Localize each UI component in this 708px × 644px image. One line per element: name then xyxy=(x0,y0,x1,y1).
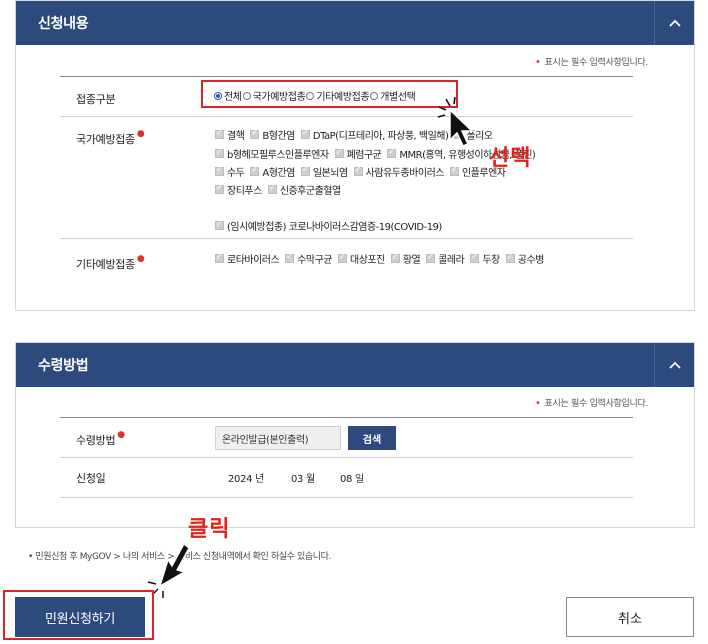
receive-panel-title: 수령방법 xyxy=(38,358,89,374)
highlight-box-radios xyxy=(201,80,458,108)
select-annotation: 선택 xyxy=(489,146,532,171)
collapse-button[interactable] xyxy=(654,1,694,45)
checkbox-icon xyxy=(215,165,224,176)
checkbox-icon xyxy=(387,147,397,158)
checkbox-pneumococcal[interactable]: 폐렴구균 xyxy=(334,146,382,161)
checkbox-hfrs[interactable]: 신증후군출혈열 xyxy=(267,182,341,197)
divider xyxy=(60,457,633,458)
checkbox-icon xyxy=(300,128,310,139)
checkbox-icon xyxy=(215,252,224,263)
checkbox-icon xyxy=(338,252,348,263)
checkbox-cholera[interactable]: 콜레라 xyxy=(426,251,465,266)
receive-method-field[interactable]: 온라인발급(본인출력) xyxy=(215,426,341,450)
checkbox-icon xyxy=(300,165,310,176)
divider xyxy=(60,417,633,418)
checkbox-smallpox[interactable]: 두창 xyxy=(470,251,500,266)
chevron-up-icon xyxy=(668,361,681,369)
checkbox-icon xyxy=(505,252,515,263)
pointer-cursor-icon xyxy=(437,96,474,147)
checkbox-typhoid[interactable]: 장티푸스 xyxy=(215,182,262,197)
required-dot-icon: • xyxy=(534,398,541,409)
chevron-up-icon xyxy=(668,19,681,27)
divider xyxy=(60,76,633,77)
other-row: 로타바이러스 수막구균 대상포진 황열 콜레라 두창 공수병 xyxy=(215,251,550,266)
divider xyxy=(60,238,633,239)
checkbox-hepa[interactable]: A형간염 xyxy=(250,164,295,179)
checkbox-hepb[interactable]: B형간염 xyxy=(250,127,295,142)
required-dot-icon: ● xyxy=(136,129,145,139)
checkbox-icon xyxy=(334,147,344,158)
checkbox-icon xyxy=(470,252,480,263)
required-note: • 표시는 필수 입력사항입니다. xyxy=(534,398,648,409)
checkbox-je[interactable]: 일본뇌염 xyxy=(300,164,348,179)
required-dot-icon: ● xyxy=(117,430,125,440)
cancel-button[interactable]: 취소 xyxy=(566,597,694,637)
checkbox-icon xyxy=(267,183,277,194)
receive-panel-header: 수령방법 xyxy=(16,343,694,387)
checkbox-icon xyxy=(250,128,260,139)
other-vaccination-label: 기타예방접종 ● xyxy=(76,254,145,271)
checkbox-tb[interactable]: 결핵 xyxy=(215,127,245,142)
required-dot-icon: ● xyxy=(136,254,145,264)
highlight-box-submit xyxy=(3,590,154,640)
checkbox-zoster[interactable]: 대상포진 xyxy=(338,251,385,266)
checkbox-icon xyxy=(215,183,224,194)
checkbox-icon xyxy=(449,165,459,176)
national-row-4: 장티푸스 신증후군출혈열 xyxy=(215,182,347,197)
checkbox-icon xyxy=(215,128,224,139)
click-annotation: 클릭 xyxy=(188,517,231,542)
checkbox-icon xyxy=(353,165,363,176)
apply-month: 03 월 xyxy=(291,474,315,485)
checkbox-yellow-fever[interactable]: 황열 xyxy=(390,251,421,266)
apply-day: 08 일 xyxy=(340,474,364,485)
checkbox-hib[interactable]: b형헤모필루스인플루엔자 xyxy=(215,146,329,161)
national-vaccination-label: 국가예방접종 ● xyxy=(76,129,145,146)
checkbox-covid19[interactable]: (임시예방접종) 코로나바이러스감염증-19(COVID-19) xyxy=(215,218,442,233)
apply-year: 2024 년 xyxy=(228,474,265,485)
apply-panel-header: 신청내용 xyxy=(16,1,694,45)
collapse-button[interactable] xyxy=(654,343,694,387)
checkbox-rabies[interactable]: 공수병 xyxy=(505,251,544,266)
receive-method-label: 수령방법 ● xyxy=(76,430,125,447)
apply-panel-title: 신청내용 xyxy=(38,16,89,32)
checkbox-icon xyxy=(215,219,224,230)
national-row-3: 수두 A형간염 일본뇌염 사람유두종바이러스 인플루엔자 xyxy=(215,164,511,179)
checkbox-icon xyxy=(285,252,295,263)
national-row-5: (임시예방접종) 코로나바이러스감염증-19(COVID-19) xyxy=(215,218,448,233)
divider xyxy=(60,497,633,498)
divider xyxy=(60,116,633,117)
checkbox-meningococcal[interactable]: 수막구균 xyxy=(285,251,333,266)
vaccination-type-label: 접종구분 xyxy=(76,93,116,106)
checkbox-dtap[interactable]: DTaP(디프테리아, 파상풍, 백일해) xyxy=(300,127,449,142)
checkbox-icon xyxy=(215,147,224,158)
checkbox-rotavirus[interactable]: 로타바이러스 xyxy=(215,251,280,266)
checkbox-varicella[interactable]: 수두 xyxy=(215,164,245,179)
checkbox-icon xyxy=(390,252,400,263)
checkbox-hpv[interactable]: 사람유두종바이러스 xyxy=(353,164,444,179)
checkbox-icon xyxy=(426,252,436,263)
apply-date-label: 신청일 xyxy=(76,472,106,485)
required-dot-icon: • xyxy=(534,57,541,68)
search-button[interactable]: 검색 xyxy=(348,426,396,450)
required-note: • 표시는 필수 입력사항입니다. xyxy=(534,57,648,68)
checkbox-icon xyxy=(250,165,260,176)
